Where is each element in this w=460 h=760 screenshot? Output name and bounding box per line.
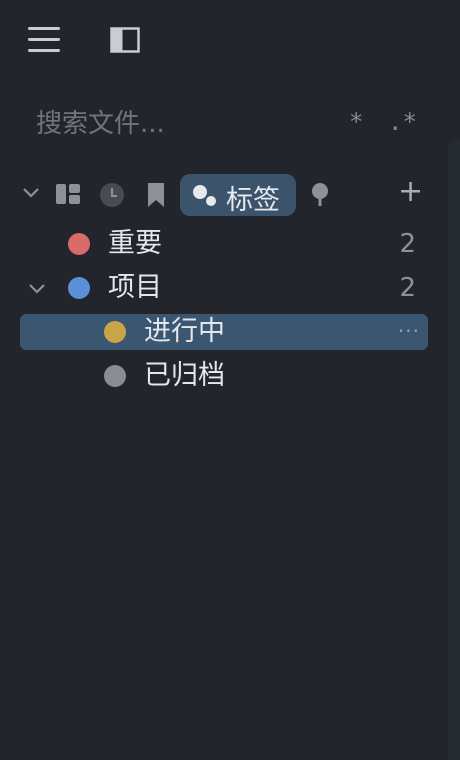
sidebar-toggle-icon[interactable] — [110, 27, 140, 53]
search-input[interactable] — [22, 100, 350, 148]
tag-color-dot — [104, 321, 126, 343]
tag-color-dot — [68, 277, 90, 299]
tag-count: 2 — [399, 229, 416, 259]
hamburger-menu-icon[interactable] — [28, 27, 60, 53]
tag-item-important[interactable]: 重要 2 — [20, 226, 428, 262]
add-tag-button[interactable]: + — [398, 174, 423, 209]
glob-toggle[interactable]: * — [349, 108, 363, 136]
tags-sidebar: * .* 标签 + — [0, 0, 460, 760]
tag-item-in-progress[interactable]: 进行中 ··· — [20, 314, 428, 350]
tag-count: 2 — [399, 273, 416, 303]
layout-icon[interactable] — [55, 182, 81, 206]
tab-tags-label: 标签 — [226, 185, 280, 216]
pin-icon[interactable] — [311, 182, 329, 208]
tag-label: 已归档 — [144, 360, 225, 391]
tag-item-archived[interactable]: 已归档 — [20, 358, 428, 394]
tag-label: 进行中 — [144, 316, 225, 347]
bookmark-icon[interactable] — [146, 182, 166, 208]
regex-toggle[interactable]: .* — [388, 108, 417, 136]
chevron-down-icon[interactable] — [28, 282, 46, 296]
tag-color-dot — [104, 365, 126, 387]
tags-icon — [193, 185, 216, 206]
clock-icon[interactable] — [99, 182, 125, 208]
tag-color-dot — [68, 233, 90, 255]
collapse-all-chevron-icon[interactable] — [22, 186, 40, 200]
tab-tags[interactable]: 标签 — [180, 174, 296, 216]
tag-label: 项目 — [108, 272, 162, 303]
scroll-edge — [448, 140, 460, 760]
tag-label: 重要 — [108, 228, 162, 259]
more-options-icon[interactable]: ··· — [398, 314, 420, 348]
tag-item-project[interactable]: 项目 2 — [20, 270, 428, 306]
view-tab-row: 标签 + — [0, 172, 460, 218]
